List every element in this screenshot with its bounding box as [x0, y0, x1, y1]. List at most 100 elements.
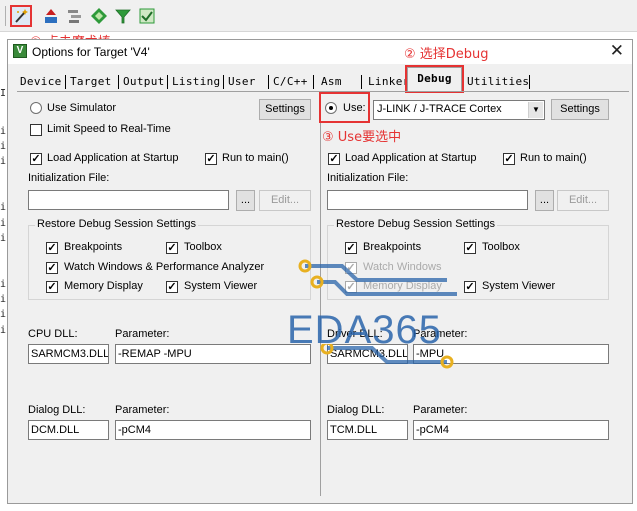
tab-separator — [167, 75, 168, 89]
dialog-parameter-label-left: Parameter: — [115, 404, 170, 416]
tab-device[interactable]: Device — [17, 72, 65, 91]
toolbox-checkbox-right[interactable]: ✓ — [464, 242, 476, 254]
tab-asm[interactable]: Asm — [318, 72, 345, 91]
tab-output[interactable]: Output — [120, 72, 168, 91]
annotation-step3: ③ Use要选中 — [322, 130, 402, 145]
dialog-titlebar: V Options for Target 'V4' ✕ — [8, 40, 632, 64]
dialog-parameter-input-left[interactable]: -pCM4 — [115, 420, 311, 440]
watch-windows-label-left: Watch Windows & Performance Analyzer — [64, 261, 265, 273]
editor-char: i — [0, 233, 7, 244]
driver-parameter-input[interactable]: -MPU — [413, 344, 609, 364]
toolbox-label-right: Toolbox — [482, 241, 520, 253]
tab-separator — [529, 75, 530, 89]
editor-char: i — [0, 218, 7, 229]
init-file-input-right[interactable] — [327, 190, 528, 210]
edit-button-left[interactable]: Edit... — [259, 190, 311, 211]
driver-dll-input[interactable]: SARMCM3.DLL — [327, 344, 408, 364]
use-simulator-label: Use Simulator — [47, 102, 117, 114]
cpu-parameter-input[interactable]: -REMAP -MPU — [115, 344, 311, 364]
watch-windows-checkbox-right[interactable]: ✓ — [345, 262, 357, 274]
editor-char: i — [0, 202, 7, 213]
download-button[interactable] — [40, 5, 62, 27]
cpu-dll-input[interactable]: SARMCM3.DLL — [28, 344, 109, 364]
system-viewer-checkbox-left[interactable]: ✓ — [166, 281, 178, 293]
memory-display-checkbox-right[interactable]: ✓ — [345, 281, 357, 293]
dialog-dll-input-left[interactable]: DCM.DLL — [28, 420, 109, 440]
editor-char: i — [0, 156, 7, 167]
dialog-parameter-input-right[interactable]: -pCM4 — [413, 420, 609, 440]
breakpoints-checkbox-right[interactable]: ✓ — [345, 242, 357, 254]
editor-char: I — [0, 88, 7, 99]
driver-parameter-label: Parameter: — [413, 328, 468, 340]
tab-separator — [65, 75, 66, 89]
breakpoints-label-right: Breakpoints — [363, 241, 422, 253]
tab-debug[interactable]: Debug — [405, 65, 464, 93]
tab-c-cpp[interactable]: C/C++ — [270, 72, 311, 91]
editor-char: i — [0, 279, 7, 290]
editor-char: i — [0, 309, 7, 320]
load-app-label-left: Load Application at Startup — [47, 152, 179, 164]
run-to-main-checkbox-right[interactable]: ✓ — [503, 153, 515, 165]
debugger-settings-button[interactable]: Settings — [551, 99, 609, 120]
dialog-dll-label-left: Dialog DLL: — [28, 404, 86, 416]
watch-windows-checkbox-left[interactable]: ✓ — [46, 262, 58, 274]
debugger-driver-value: J-LINK / J-TRACE Cortex — [377, 103, 502, 115]
download-icon — [45, 9, 57, 23]
layers-button[interactable] — [64, 5, 86, 27]
diamond-button[interactable] — [88, 5, 110, 27]
dialog-dll-label-right: Dialog DLL: — [327, 404, 385, 416]
diamond-icon — [91, 8, 107, 24]
breakpoints-checkbox-left[interactable]: ✓ — [46, 242, 58, 254]
load-app-label-right: Load Application at Startup — [345, 152, 477, 164]
checkmark-icon — [139, 8, 155, 24]
init-file-label-right: Initialization File: — [327, 172, 409, 184]
browse-button-left[interactable]: ... — [236, 190, 255, 211]
restore-settings-group-left: Restore Debug Session Settings ✓ Breakpo… — [28, 218, 311, 300]
simulator-settings-button[interactable]: Settings — [259, 99, 311, 120]
debugger-driver-select[interactable]: J-LINK / J-TRACE Cortex ▼ — [373, 100, 545, 120]
limit-speed-label: Limit Speed to Real-Time — [47, 123, 171, 135]
tab-linker[interactable]: Linker — [365, 72, 413, 91]
editor-char: i — [0, 126, 7, 137]
tab-utilities[interactable]: Utilities — [464, 72, 532, 91]
tab-listing[interactable]: Listing — [169, 72, 223, 91]
memory-display-checkbox-left[interactable]: ✓ — [46, 281, 58, 293]
load-app-checkbox-right[interactable]: ✓ — [328, 153, 340, 165]
tab-separator — [223, 75, 224, 89]
run-to-main-checkbox-left[interactable]: ✓ — [205, 153, 217, 165]
restore-settings-title-right: Restore Debug Session Settings — [334, 218, 497, 230]
breakpoints-label-left: Breakpoints — [64, 241, 123, 253]
use-simulator-radio[interactable] — [30, 102, 42, 114]
dialog-title: Options for Target 'V4' — [32, 45, 150, 59]
close-button[interactable]: ✕ — [610, 42, 624, 60]
memory-display-label-right: Memory Display — [363, 280, 442, 292]
toolbox-checkbox-left[interactable]: ✓ — [166, 242, 178, 254]
dialog-dll-input-right[interactable]: TCM.DLL — [327, 420, 408, 440]
tab-user[interactable]: User — [225, 72, 259, 91]
options-for-target-button[interactable] — [10, 5, 32, 27]
restore-settings-group-right: Restore Debug Session Settings ✓ Breakpo… — [327, 218, 609, 300]
init-file-label-left: Initialization File: — [28, 172, 110, 184]
ide-toolbar — [0, 0, 637, 32]
column-divider — [320, 96, 321, 496]
chevron-down-icon: ▼ — [528, 102, 543, 118]
tab-separator — [361, 75, 362, 89]
driver-dll-label: Driver DLL: — [327, 328, 383, 340]
tab-separator — [313, 75, 314, 89]
funnel-button[interactable] — [112, 5, 134, 27]
memory-display-label-left: Memory Display — [64, 280, 143, 292]
check-button[interactable] — [136, 5, 158, 27]
cpu-dll-label: CPU DLL: — [28, 328, 78, 340]
load-app-checkbox-left[interactable]: ✓ — [30, 153, 42, 165]
editor-char: i — [0, 294, 7, 305]
system-viewer-checkbox-right[interactable]: ✓ — [464, 281, 476, 293]
run-to-main-label-right: Run to main() — [520, 152, 587, 164]
edit-button-right[interactable]: Edit... — [557, 190, 609, 211]
app-icon: V — [13, 44, 27, 58]
limit-speed-checkbox[interactable] — [30, 124, 42, 136]
tab-target[interactable]: Target — [67, 72, 115, 91]
init-file-input-left[interactable] — [28, 190, 229, 210]
browse-button-right[interactable]: ... — [535, 190, 554, 211]
layers-icon — [68, 10, 81, 23]
dialog-parameter-label-right: Parameter: — [413, 404, 468, 416]
